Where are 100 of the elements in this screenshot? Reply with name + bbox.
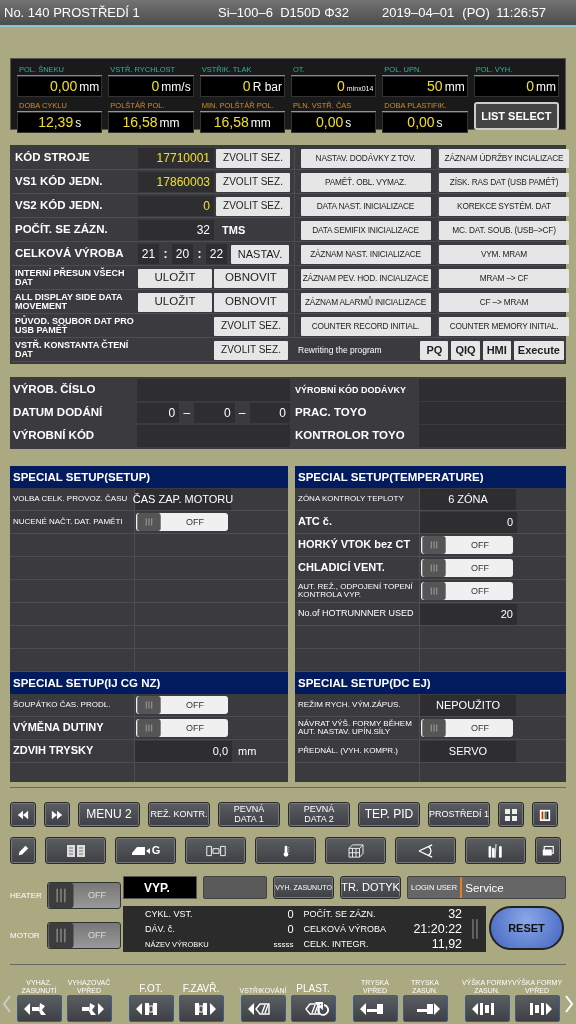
select-button[interactable]: ZVOLIT SEZ. [216, 196, 290, 216]
jog-button[interactable] [128, 995, 174, 1022]
jog-button[interactable] [402, 995, 448, 1022]
toggle-switch[interactable]: OFF [136, 696, 228, 714]
action-button[interactable]: MRAM –> CF [439, 268, 569, 288]
split-button[interactable] [465, 837, 526, 864]
setting-label: ŠOUPÁTKO ČAS. PRODL. [10, 694, 135, 716]
menu-button[interactable]: PEVNÁ DATA 1 [218, 802, 280, 827]
menu-button[interactable]: PROSTŘEDÍ 1 [428, 802, 490, 827]
action-button[interactable]: VYM. MRAM [439, 244, 569, 264]
window-button[interactable] [535, 837, 561, 864]
jog-button[interactable] [178, 995, 224, 1022]
action-button[interactable]: COUNTER RECORD INITIAL. [300, 316, 431, 336]
program-button[interactable]: PQ [420, 340, 449, 360]
jog-button[interactable] [464, 995, 510, 1022]
action-button[interactable]: ZÍSK. RAS DAT (USB PAMĚŤ) [439, 172, 569, 192]
grid-button[interactable] [498, 802, 524, 827]
jog-button[interactable] [352, 995, 398, 1022]
data-button[interactable]: OBNOVIT [214, 268, 288, 288]
jog-button[interactable] [16, 995, 62, 1022]
thermometer-button[interactable] [255, 837, 316, 864]
field-label: VÝROB. ČÍSLO [12, 382, 97, 398]
monitor-value: 12,39 [38, 113, 74, 132]
menu-button[interactable]: MENU 2 [78, 802, 140, 827]
action-button[interactable]: NASTAV. DODÁVKY Z TOV. [300, 148, 431, 168]
program-button[interactable]: Execute [513, 340, 564, 360]
menu-button[interactable]: REŽ. KONTR. [148, 802, 210, 827]
grip-icon [48, 883, 74, 908]
program-button[interactable]: HMI [482, 340, 511, 360]
field-label: ALL DISPLAY SIDE DATA MOVEMENT [14, 291, 124, 313]
jog-button[interactable] [290, 995, 336, 1022]
jog-button[interactable] [240, 995, 286, 1022]
value-display: 0,0 [135, 740, 232, 762]
action-button[interactable]: MC. DAT. SOUB. (USB–>CF) [439, 220, 569, 240]
manual-button[interactable] [45, 837, 106, 864]
action-button[interactable]: PAMĚŤ. OBL. VYMAZ. [300, 172, 431, 192]
action-button[interactable]: ZÁZNAM ÚDRŽBY INCIALIZACE [439, 148, 569, 168]
pencil-button[interactable] [10, 837, 36, 864]
grip-icon [421, 582, 447, 600]
user-field[interactable]: Service [462, 877, 565, 898]
jog-caption: F.ZAVŘ. [182, 981, 220, 995]
rewind-button[interactable] [10, 802, 36, 827]
toggle-switch[interactable]: OFF [421, 536, 513, 554]
action-button[interactable]: ZÁZNAM PEV. HOD. INCIALIZACE [300, 268, 431, 288]
weekday-text: (PO) [462, 5, 490, 20]
machine-model: Si–100–6 D150D Φ32 [218, 5, 351, 20]
toggle-switch[interactable]: OFF [136, 719, 228, 737]
select-button[interactable]: ZVOLIT SEZ. [216, 148, 290, 168]
action-button[interactable]: COUNTER MEMORY INITIAL. [439, 316, 569, 336]
date-field: 0 [137, 403, 180, 423]
menu-button[interactable]: TEP. PID [358, 802, 420, 827]
unit-label: mm [536, 79, 556, 96]
forward-button[interactable] [44, 802, 70, 827]
toggle-switch[interactable]: OFF [421, 559, 513, 577]
menu-button[interactable]: PEVNÁ DATA 2 [288, 802, 350, 827]
field-label: VSTŘ. KONSTANTA ČTENÍ DAT [14, 339, 130, 361]
toggle-switch[interactable]: OFF [421, 582, 513, 600]
value-display: 32 [138, 220, 214, 240]
select-button[interactable]: ZVOLIT SEZ. [214, 340, 288, 360]
toggle-switch[interactable]: OFF [136, 513, 228, 531]
jog-button[interactable] [514, 995, 560, 1022]
program-button[interactable]: QIQ [451, 340, 480, 360]
list-select-button[interactable]: LIST SELECT [473, 102, 559, 130]
toggle-switch[interactable]: OFF [421, 719, 513, 737]
select-button[interactable]: ZVOLIT SEZ. [214, 316, 288, 336]
select-button[interactable]: ZVOLIT SEZ. [216, 172, 290, 192]
cubes-button[interactable] [325, 837, 386, 864]
value-display: 0 [138, 196, 214, 216]
field-label: PŮVOD. SOUBOR DAT PRO USB PAMĚŤ [14, 315, 135, 337]
field-label: DATUM DODÁNÍ [12, 405, 104, 421]
field-label: KONTROLOR TOYO [294, 428, 406, 444]
field-label: PRAC. TOYO [294, 405, 368, 421]
action-button[interactable]: ZÁZNAM ALARMŮ INICIALIZACE [300, 292, 431, 312]
counter-label: POČÍT. SE ZÁZN. [303, 909, 376, 919]
grip-icon [421, 536, 447, 554]
action-button[interactable]: ZÁZNAM NAST. INICIALIZACE [300, 244, 431, 264]
monitor-value: 0 [242, 77, 251, 96]
action-button[interactable]: DATA NAST. INICIALIZACE [300, 196, 431, 216]
jog-button[interactable] [66, 995, 112, 1022]
switch-label: HEATER [10, 891, 43, 900]
monitor-value: 0,00 [407, 113, 435, 132]
grip-icon [136, 513, 162, 531]
eye-button[interactable] [395, 837, 456, 864]
action-button[interactable]: KOREKCE SYSTÉM. DAT [439, 196, 569, 216]
data-button[interactable]: ULOŽIT [138, 268, 212, 288]
action-button[interactable]: DATA SEMIFIX INICIALIZACE [300, 220, 431, 240]
inject-button[interactable]: G [115, 837, 176, 864]
mold-button[interactable] [185, 837, 246, 864]
touch-button[interactable]: TR. DOTYK [340, 876, 401, 899]
book-button[interactable] [532, 802, 558, 827]
reset-button[interactable]: RESET [489, 906, 564, 950]
panel-header: SPECIAL SETUP(SETUP) [10, 466, 288, 488]
rewrite-label: Rewriting the program [298, 345, 383, 355]
action-button[interactable]: CF –> MRAM [439, 292, 569, 312]
counter-label: CELK. INTEGR. [303, 939, 369, 949]
set-button[interactable]: NASTAV. [231, 244, 289, 264]
jog-caption: PLAST. [296, 981, 330, 995]
counter-label: CYKL. VST. [145, 909, 193, 919]
data-button[interactable]: OBNOVIT [214, 292, 288, 312]
data-button[interactable]: ULOŽIT [138, 292, 212, 312]
